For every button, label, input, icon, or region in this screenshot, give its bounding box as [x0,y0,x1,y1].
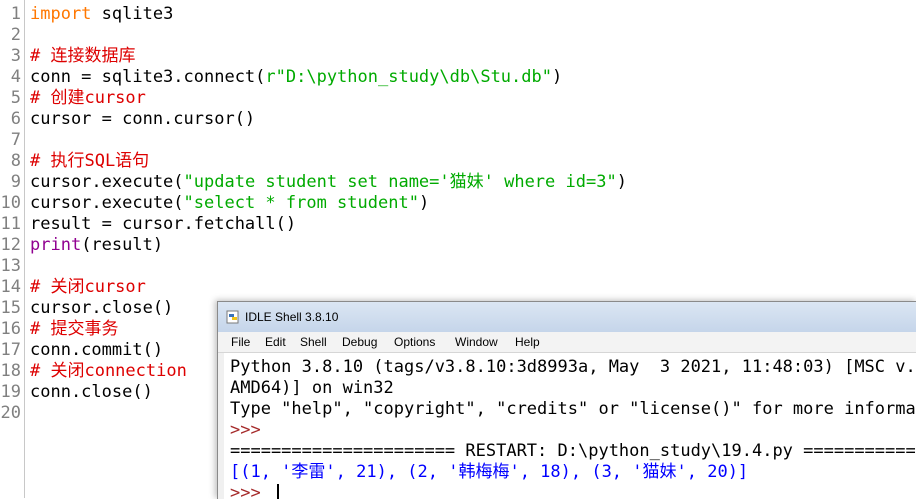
python-banner: Type "help", "copyright", "credits" or "… [230,399,916,419]
string-literal: r"D:\python_study\db\Stu.db" [265,67,552,87]
code-line[interactable]: conn = sqlite3.connect(r"D:\python_study… [30,67,562,88]
python-banner: Python 3.8.10 (tags/v3.8.10:3d8993a, May… [230,357,916,377]
line-number: 4 [10,67,21,87]
line-number: 7 [10,130,21,150]
keyword: import [30,4,92,24]
line-number: 9 [10,172,21,192]
menu-debug[interactable]: Debug [342,335,377,349]
restart-line: ====================== RESTART: D:\pytho… [230,441,916,461]
menu-edit[interactable]: Edit [265,335,286,349]
line-number: 6 [10,109,21,129]
menu-shell[interactable]: Shell [300,335,327,349]
text-cursor [276,484,279,499]
line-number-gutter: 1 2 3 4 5 6 7 8 9 10 11 12 13 14 15 16 1… [0,0,25,498]
line-number: 2 [10,25,21,45]
string-literal: "update student set name='猫妹' where id=3… [183,172,617,192]
python-banner: AMD64)] on win32 [230,378,394,398]
code-line[interactable]: cursor = conn.cursor() [30,109,255,130]
line-number: 15 [0,298,21,318]
menu-window[interactable]: Window [455,335,498,349]
code-line[interactable]: conn.close() [30,382,153,403]
code-line[interactable]: conn.commit() [30,340,163,361]
builtin-name: print [30,235,82,255]
string-literal: "select * from student" [183,193,419,213]
shell-output-area[interactable]: Python 3.8.10 (tags/v3.8.10:3d8993a, May… [224,353,916,499]
line-number: 12 [0,235,21,255]
code-comment[interactable]: # 关闭cursor [30,277,146,298]
shell-prompt: >>> [230,483,271,499]
line-number: 16 [0,319,21,339]
menu-help[interactable]: Help [515,335,540,349]
line-number: 3 [10,46,21,66]
menu-file[interactable]: File [231,335,250,349]
window-titlebar[interactable]: IDLE Shell 3.8.10 [218,302,916,332]
code-line[interactable]: import sqlite3 [30,4,173,25]
code-comment[interactable]: # 关闭connection [30,361,187,382]
code-line[interactable]: print(result) [30,235,163,256]
code-line[interactable]: cursor.execute("update student set name=… [30,172,627,193]
line-number: 5 [10,88,21,108]
line-number: 8 [10,151,21,171]
code-comment[interactable]: # 提交事务 [30,319,118,340]
shell-input-line[interactable]: >>> [230,483,279,499]
line-number: 11 [0,214,21,234]
shell-prompt: >>> [230,420,271,440]
code-line[interactable]: cursor.execute("select * from student") [30,193,429,214]
line-number: 18 [0,361,21,381]
line-number: 10 [0,193,21,213]
code-comment[interactable]: # 执行SQL语句 [30,151,149,172]
window-title: IDLE Shell 3.8.10 [245,310,339,324]
code-comment[interactable]: # 创建cursor [30,88,146,109]
code-line[interactable]: result = cursor.fetchall() [30,214,296,235]
code-line[interactable]: cursor.close() [30,298,173,319]
line-number: 19 [0,382,21,402]
code-comment[interactable]: # 连接数据库 [30,46,135,67]
query-result-output: [(1, '李雷', 21), (2, '韩梅梅', 18), (3, '猫妹'… [230,462,749,482]
line-number: 14 [0,277,21,297]
idle-shell-window[interactable]: IDLE Shell 3.8.10 File Edit Shell Debug … [217,301,916,499]
menu-bar: File Edit Shell Debug Options Window Hel… [218,332,916,353]
line-number: 17 [0,340,21,360]
line-number: 20 [0,403,21,423]
python-file-icon [226,310,239,324]
line-number: 13 [0,256,21,276]
line-number: 1 [10,4,21,24]
menu-options[interactable]: Options [394,335,435,349]
